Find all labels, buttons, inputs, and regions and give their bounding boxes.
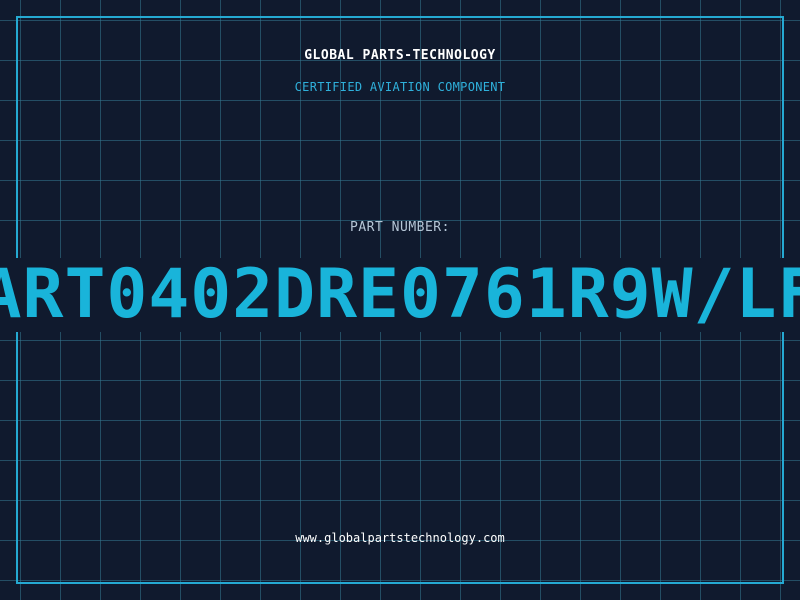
part-number-label: PART NUMBER: [350,220,450,235]
part-number-value: ART0402DRE0761R9W/LF [0,258,800,332]
certification-subtitle: CERTIFIED AVIATION COMPONENT [294,80,506,94]
website-url: www.globalpartstechnology.com [295,531,505,545]
certificate-card: GLOBAL PARTS-TECHNOLOGY CERTIFIED AVIATI… [0,0,800,600]
part-number-band: ART0402DRE0761R9W/LF [0,258,800,332]
company-name: GLOBAL PARTS-TECHNOLOGY [304,48,496,63]
